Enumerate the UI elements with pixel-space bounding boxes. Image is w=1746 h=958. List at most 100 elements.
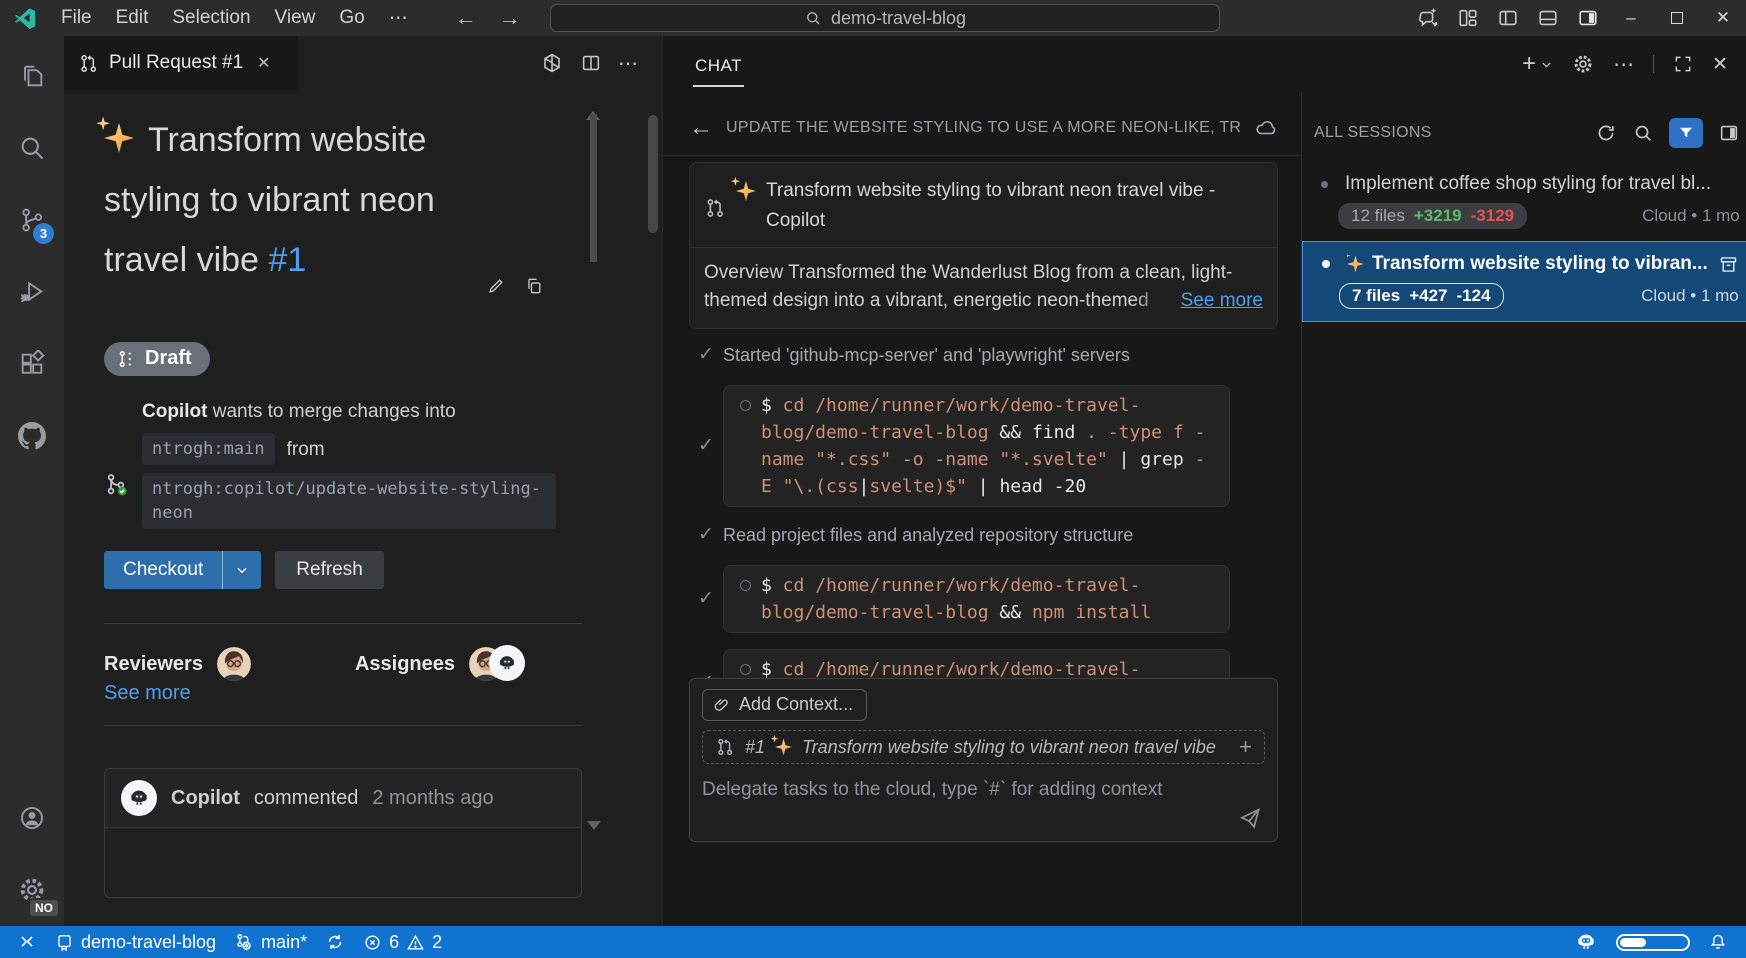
menu-file[interactable]: File bbox=[50, 4, 103, 33]
editor-scrollbar[interactable] bbox=[586, 94, 602, 830]
sparkles-icon bbox=[104, 123, 134, 153]
title-bar: File Edit Selection View Go ⋯ ← → demo-t… bbox=[0, 0, 1746, 36]
diff-badge: 12 files +3219 -3129 bbox=[1338, 203, 1527, 229]
back-arrow-icon[interactable]: ← bbox=[455, 5, 477, 31]
minimize-button[interactable]: – bbox=[1608, 0, 1654, 36]
tab-chat[interactable]: CHAT bbox=[693, 41, 744, 87]
scrollbar-thumb[interactable] bbox=[590, 114, 597, 262]
forward-arrow-icon[interactable]: → bbox=[499, 5, 521, 31]
chat-more-actions-icon[interactable]: ⋯ bbox=[1613, 52, 1634, 77]
notifications-bell-icon[interactable] bbox=[1708, 932, 1728, 952]
chat-settings-gear-icon[interactable] bbox=[1572, 53, 1594, 75]
terminal-bullet-icon bbox=[740, 580, 751, 591]
comment-action: commented bbox=[254, 787, 359, 810]
toggle-sidebar-right-icon[interactable] bbox=[1568, 0, 1608, 36]
command-center-search[interactable]: demo-travel-blog bbox=[550, 4, 1220, 32]
see-more-link[interactable]: See more bbox=[1133, 287, 1263, 315]
chat-step: ✓ Started 'github-mcp-server' and 'playw… bbox=[698, 343, 1278, 367]
send-icon[interactable] bbox=[1237, 805, 1263, 831]
branch-indicator[interactable]: main* bbox=[225, 926, 316, 958]
toggle-panel-icon[interactable] bbox=[1528, 0, 1568, 36]
see-more-link[interactable]: See more bbox=[104, 682, 191, 704]
menu-edit[interactable]: Edit bbox=[105, 4, 160, 33]
filter-button[interactable] bbox=[1669, 118, 1703, 148]
chat-input-box[interactable]: Add Context... #1 Transform website styl… bbox=[689, 678, 1278, 842]
chat-scrollbar-thumb[interactable] bbox=[648, 115, 658, 233]
editor-more-actions-icon[interactable]: ⋯ bbox=[618, 51, 638, 76]
chat-message-card[interactable]: Transform website styling to vibrant neo… bbox=[689, 162, 1278, 329]
maximize-panel-icon[interactable] bbox=[1673, 54, 1693, 74]
settings-gear-icon[interactable]: NO bbox=[8, 866, 56, 914]
github-icon[interactable] bbox=[8, 412, 56, 460]
maximize-button[interactable] bbox=[1654, 0, 1700, 36]
explorer-icon[interactable] bbox=[8, 52, 56, 100]
settings-badge: NO bbox=[28, 898, 60, 918]
repo-icon bbox=[55, 933, 74, 952]
openai-icon[interactable] bbox=[540, 51, 564, 75]
checkout-dropdown-icon[interactable] bbox=[222, 551, 261, 589]
menu-overflow-icon[interactable]: ⋯ bbox=[378, 4, 419, 33]
terminal-command-block[interactable]: $ cd /home/runner/work/demo-travel-blog/… bbox=[723, 565, 1230, 633]
chat-panel: CHAT + ⋯ ✕ ← bbox=[662, 36, 1746, 926]
tab-close-icon[interactable]: ✕ bbox=[257, 53, 270, 73]
archive-icon[interactable] bbox=[1718, 254, 1739, 275]
extensions-icon[interactable] bbox=[8, 340, 56, 388]
close-window-button[interactable]: ✕ bbox=[1700, 0, 1746, 36]
split-editor-icon[interactable] bbox=[580, 52, 602, 74]
refresh-button[interactable]: Refresh bbox=[275, 551, 384, 589]
sync-indicator[interactable] bbox=[316, 926, 354, 958]
vscode-logo-icon bbox=[14, 7, 36, 29]
add-icon[interactable]: + bbox=[1239, 734, 1252, 760]
sparkles-icon bbox=[775, 739, 792, 756]
layout-customize-icon[interactable] bbox=[1448, 0, 1488, 36]
tab-pull-request[interactable]: Pull Request #1 ✕ bbox=[64, 36, 298, 90]
edit-pencil-icon[interactable] bbox=[486, 276, 506, 296]
checkout-button[interactable]: Checkout bbox=[104, 551, 261, 589]
filter-funnel-icon bbox=[1677, 124, 1695, 142]
head-branch-chip[interactable]: ntrogh:copilot/update-website-styling-ne… bbox=[142, 473, 556, 529]
status-bar: demo-travel-blog main* 6 2 bbox=[0, 926, 1746, 958]
scm-badge: 3 bbox=[33, 223, 54, 244]
menu-selection[interactable]: Selection bbox=[161, 4, 261, 33]
warning-icon bbox=[406, 933, 425, 952]
pull-request-icon bbox=[715, 737, 735, 757]
back-icon[interactable]: ← bbox=[689, 114, 713, 142]
toggle-panel-layout-icon[interactable] bbox=[1718, 122, 1740, 144]
source-control-icon[interactable]: 3 bbox=[8, 196, 56, 244]
chevron-down-icon bbox=[1540, 58, 1553, 71]
pr-comment-card: Copilot commented 2 months ago bbox=[104, 768, 582, 898]
base-branch-chip[interactable]: ntrogh:main bbox=[142, 433, 275, 465]
session-item-selected[interactable]: Transform website styling to vibran... 7… bbox=[1302, 241, 1746, 322]
session-dot-icon bbox=[1321, 181, 1328, 188]
account-icon[interactable] bbox=[8, 794, 56, 842]
chat-view: ← UPDATE THE WEBSITE STYLING TO USE A MO… bbox=[663, 92, 1301, 926]
chat-input-placeholder[interactable]: Delegate tasks to the cloud, type `#` fo… bbox=[702, 779, 1265, 801]
repo-indicator[interactable]: demo-travel-blog bbox=[46, 926, 225, 958]
run-debug-icon[interactable] bbox=[8, 268, 56, 316]
diff-badge: 7 files +427 -124 bbox=[1339, 283, 1504, 309]
copilot-assignee-avatar[interactable] bbox=[489, 645, 525, 681]
context-chip-pr[interactable]: #1 Transform website styling to vibrant … bbox=[702, 730, 1265, 764]
menu-go[interactable]: Go bbox=[328, 4, 375, 33]
remote-indicator[interactable] bbox=[8, 926, 46, 958]
copy-icon[interactable] bbox=[524, 276, 544, 296]
add-context-button[interactable]: Add Context... bbox=[702, 689, 867, 721]
refresh-icon[interactable] bbox=[1595, 122, 1617, 144]
problems-indicator[interactable]: 6 2 bbox=[354, 926, 451, 958]
pr-author: Copilot bbox=[142, 401, 207, 422]
search-icon[interactable] bbox=[1632, 122, 1654, 144]
close-panel-icon[interactable]: ✕ bbox=[1712, 53, 1728, 76]
menu-view[interactable]: View bbox=[264, 4, 327, 33]
toggle-sidebar-left-icon[interactable] bbox=[1488, 0, 1528, 36]
new-chat-button[interactable]: + bbox=[1522, 54, 1553, 74]
pr-number-link[interactable]: #1 bbox=[268, 241, 306, 279]
copilot-status-icon[interactable] bbox=[1574, 930, 1598, 954]
terminal-command-block[interactable]: $ cd /home/runner/work/demo-travel-blog/… bbox=[723, 385, 1230, 507]
copilot-chat-icon[interactable] bbox=[1408, 0, 1448, 36]
search-view-icon[interactable] bbox=[8, 124, 56, 172]
reviewer-avatar[interactable] bbox=[217, 647, 251, 681]
comment-time: 2 months ago bbox=[372, 787, 493, 810]
activity-bar: 3 NO bbox=[0, 36, 64, 926]
session-item[interactable]: Implement coffee shop styling for travel… bbox=[1302, 162, 1746, 241]
tab-strip: Pull Request #1 ✕ ⋯ bbox=[64, 36, 662, 90]
